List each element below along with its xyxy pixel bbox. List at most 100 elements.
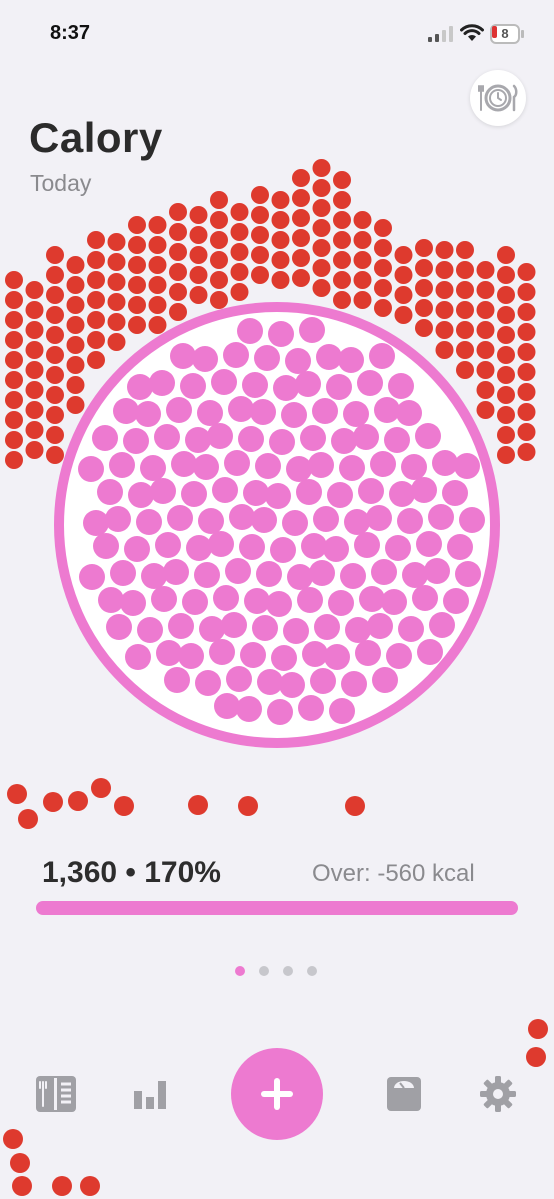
intake-dot — [345, 617, 371, 643]
over-dot — [435, 261, 454, 279]
over-dot — [87, 311, 105, 329]
intake-dot — [273, 375, 299, 401]
tab-settings[interactable] — [476, 1072, 520, 1116]
over-dot — [230, 243, 249, 261]
over-dot — [46, 406, 64, 424]
intake-dot — [415, 423, 441, 449]
intake-dot — [313, 506, 339, 532]
intake-dot — [357, 370, 383, 396]
over-dot — [517, 343, 536, 361]
intake-dot — [149, 370, 175, 396]
over-dot — [353, 271, 372, 289]
over-dot — [312, 199, 331, 217]
over-dot — [456, 321, 474, 339]
over-dot — [333, 231, 351, 249]
over-dot — [107, 313, 126, 331]
over-dot — [271, 251, 290, 269]
intake-dot — [141, 563, 167, 589]
over-dot — [497, 326, 515, 344]
tab-weight[interactable] — [382, 1072, 426, 1116]
over-dot — [169, 263, 187, 281]
intake-dot — [384, 427, 410, 453]
over-dot — [46, 306, 64, 324]
intake-dot — [79, 564, 105, 590]
over-dot — [312, 179, 331, 197]
over-dot — [189, 246, 208, 264]
over-dot — [374, 259, 392, 277]
over-dot — [80, 1176, 100, 1196]
intake-dot — [432, 450, 458, 476]
over-dot — [526, 1047, 546, 1067]
intake-dot — [397, 508, 423, 534]
intake-dot — [207, 423, 233, 449]
intake-dot — [353, 424, 379, 450]
intake-dot — [328, 590, 354, 616]
over-dot — [87, 271, 105, 289]
over-dot — [46, 366, 64, 384]
over-dot — [353, 231, 372, 249]
over-dot — [374, 299, 392, 317]
page-dot[interactable] — [283, 966, 293, 976]
tab-stats[interactable] — [128, 1072, 172, 1116]
over-dot — [128, 216, 146, 234]
tab-diary[interactable] — [34, 1072, 78, 1116]
intake-dot — [83, 510, 109, 536]
over-dot — [66, 336, 85, 354]
over-dot — [46, 446, 64, 464]
intake-dot — [170, 343, 196, 369]
over-dot — [5, 451, 23, 469]
over-dot — [210, 291, 228, 309]
over-dot — [415, 259, 433, 277]
intake-dot — [256, 561, 282, 587]
intake-dot — [78, 456, 104, 482]
over-dot — [210, 191, 228, 209]
intake-dot — [268, 321, 294, 347]
intake-dot — [98, 587, 124, 613]
intake-dot — [225, 558, 251, 584]
intake-dot — [308, 452, 334, 478]
page-dot[interactable] — [259, 966, 269, 976]
over-dot — [528, 1019, 548, 1039]
over-dot — [517, 263, 536, 281]
add-food-button[interactable] — [231, 1048, 323, 1140]
intake-dot — [208, 531, 234, 557]
over-dot — [43, 792, 63, 812]
intake-dot — [326, 374, 352, 400]
over-dot — [107, 233, 126, 251]
intake-dot — [254, 345, 280, 371]
over-dot — [497, 446, 515, 464]
over-dot — [46, 286, 64, 304]
over-dot — [46, 326, 64, 344]
over-dot — [456, 301, 474, 319]
page-dot-active[interactable] — [235, 966, 245, 976]
intake-dot — [339, 455, 365, 481]
page-indicator[interactable] — [235, 966, 325, 980]
over-dot — [189, 206, 208, 224]
bar-chart-icon — [134, 1081, 166, 1109]
over-dot — [251, 266, 269, 284]
over-dot — [292, 169, 310, 187]
intake-dot — [223, 342, 249, 368]
intake-dot — [221, 612, 247, 638]
over-dot — [394, 246, 413, 264]
intake-dot — [255, 453, 281, 479]
over-dot — [517, 443, 536, 461]
over-dot — [230, 263, 249, 281]
over-dot — [189, 286, 208, 304]
intake-dot — [243, 480, 269, 506]
intake-dot — [151, 586, 177, 612]
page-dot[interactable] — [307, 966, 317, 976]
intake-dot — [214, 693, 240, 719]
over-dot — [394, 306, 413, 324]
intake-dot — [125, 644, 151, 670]
over-dot — [189, 226, 208, 244]
over-dot — [189, 266, 208, 284]
over-dot — [230, 283, 249, 301]
over-dot — [230, 203, 249, 221]
over-dot — [476, 261, 495, 279]
over-dot — [46, 266, 64, 284]
over-dot — [476, 301, 495, 319]
intake-dot — [163, 559, 189, 585]
intake-dot — [93, 533, 119, 559]
intake-dot — [154, 424, 180, 450]
